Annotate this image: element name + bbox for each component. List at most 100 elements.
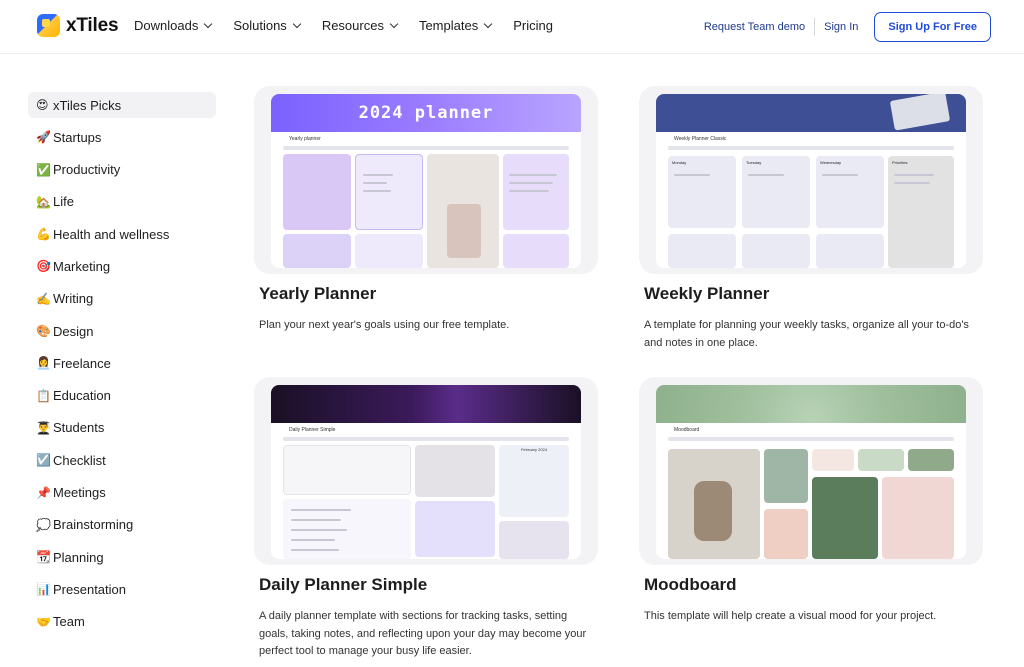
template-card-weekly-planner[interactable]: Weekly Planner Classic Monday Tuesday We… [639,86,999,352]
palette-icon: 🎨 [36,324,51,339]
weekly-planner-preview: Weekly Planner Classic Monday Tuesday We… [656,94,966,268]
rocket-icon: 🚀 [36,130,51,145]
chevron-down-icon [292,19,302,29]
template-thumbnail[interactable]: Daily Planner Simple February 2024 [254,377,598,565]
preview-banner [656,94,966,132]
menu-resources-label: Resources [321,18,384,33]
sidebar-item-writing[interactable]: ✍️ Writing [28,286,216,312]
moodboard-preview: Moodboard [656,385,966,559]
sidebar-item-label: Startups [53,129,102,145]
main-menu: Downloads Solutions Resources Templates … [134,18,575,33]
top-nav: xTiles Downloads Solutions Resources Tem… [0,0,1024,54]
preview-day-label: Priorities [892,160,908,165]
flexed-arm-icon: 💪 [36,227,51,242]
sidebar-item-xtiles-picks[interactable]: 😍 xTiles Picks [28,92,216,118]
preview-day-label: Monday [672,160,687,165]
template-description: This template will help create a visual … [644,610,937,622]
sidebar-item-brainstorming[interactable]: 💭 Brainstorming [28,512,216,538]
menu-pricing[interactable]: Pricing [513,18,553,33]
handshake-icon: 🤝 [36,614,51,629]
target-icon: 🎯 [36,259,51,274]
category-sidebar: 😍 xTiles Picks 🚀 Startups ✅ Productivity 🏡 L… [28,92,216,641]
chevron-down-icon [483,19,493,29]
sidebar-item-planning[interactable]: 📆 Planning [28,544,216,570]
chevron-down-icon [389,19,399,29]
bar-chart-icon: 📊 [36,582,51,597]
sidebar-item-students[interactable]: 👨‍🎓 Students [28,415,216,441]
template-title[interactable]: Weekly Planner [644,284,999,304]
pushpin-icon: 📌 [36,485,51,500]
preview-day-label: Tuesday [746,160,762,165]
template-card-daily-planner-simple[interactable]: Daily Planner Simple February 2024 Daily… [254,377,614,661]
sidebar-item-life[interactable]: 🏡 Life [28,189,216,215]
sidebar-item-label: Students [53,420,105,436]
sidebar-item-marketing[interactable]: 🎯 Marketing [28,253,216,279]
menu-templates-label: Templates [418,18,479,33]
daily-planner-preview: Daily Planner Simple February 2024 [271,385,581,559]
sidebar-item-freelance[interactable]: 👩‍💼 Freelance [28,350,216,376]
template-thumbnail[interactable]: Weekly Planner Classic Monday Tuesday We… [639,86,983,274]
sidebar-item-label: Writing [53,291,94,307]
clipboard-icon: 📋 [36,388,51,403]
template-title[interactable]: Yearly Planner [259,284,614,304]
thought-bubble-icon: 💭 [36,517,51,532]
template-description: A template for planning your weekly task… [644,319,969,349]
sidebar-item-health[interactable]: 💪 Health and wellness [28,221,216,247]
sidebar-item-checklist[interactable]: ☑️ Checklist [28,447,216,473]
preview-banner-text: 2024 planner [358,103,494,123]
sidebar-item-label: Meetings [53,485,106,501]
preview-banner [271,385,581,423]
sidebar-item-label: Planning [53,549,104,565]
sidebar-item-label: xTiles Picks [53,97,122,113]
menu-resources[interactable]: Resources [321,18,399,33]
menu-pricing-label: Pricing [513,18,553,33]
preview-day-label: Wednesday [820,160,842,165]
sign-up-button[interactable]: Sign Up For Free [874,12,991,42]
preview-banner: 2024 planner [271,94,581,132]
sidebar-item-label: Checklist [53,452,106,468]
sidebar-item-presentation[interactable]: 📊 Presentation [28,576,216,602]
menu-templates[interactable]: Templates [418,18,493,33]
sidebar-item-label: Marketing [53,258,111,274]
template-thumbnail[interactable]: 2024 planner Yearly planner [254,86,598,274]
preview-doc-title: Weekly Planner Classic [674,136,727,142]
sidebar-item-education[interactable]: 📋 Education [28,383,216,409]
house-icon: 🏡 [36,194,51,209]
sidebar-item-label: Life [53,194,74,210]
brand-logo[interactable]: xTiles [37,14,119,37]
sidebar-item-startups[interactable]: 🚀 Startups [28,124,216,150]
office-worker-icon: 👩‍💼 [36,356,51,371]
sidebar-item-team[interactable]: 🤝 Team [28,609,216,635]
sidebar-item-meetings[interactable]: 📌 Meetings [28,480,216,506]
template-card-yearly-planner[interactable]: 2024 planner Yearly planner Yearly Plann… [254,86,614,335]
sidebar-item-design[interactable]: 🎨 Design [28,318,216,344]
sidebar-item-label: Productivity [53,162,121,178]
sign-in-link[interactable]: Sign In [824,21,858,33]
template-title[interactable]: Moodboard [644,575,999,595]
preview-doc-title: Moodboard [674,427,700,433]
template-title[interactable]: Daily Planner Simple [259,575,614,595]
yearly-planner-preview: 2024 planner Yearly planner [271,94,581,268]
sidebar-item-label: Presentation [53,581,126,597]
template-description: A daily planner template with sections f… [259,610,587,657]
nav-actions: Request Team demo Sign In Sign Up For Fr… [704,12,991,42]
template-description: Plan your next year's goals using our fr… [259,319,510,331]
request-demo-link[interactable]: Request Team demo [704,21,805,33]
sidebar-item-label: Team [53,614,85,630]
sidebar-item-label: Education [53,388,111,404]
sidebar-item-productivity[interactable]: ✅ Productivity [28,157,216,183]
sidebar-item-label: Health and wellness [53,226,170,242]
preview-calendar-month: February 2024 [520,447,547,452]
menu-solutions-label: Solutions [233,18,287,33]
writing-hand-icon: ✍️ [36,291,51,306]
calendar-icon: 📆 [36,550,51,565]
preview-doc-title: Daily Planner Simple [289,427,336,433]
menu-downloads[interactable]: Downloads [134,18,213,33]
ballot-box-check-icon: ☑️ [36,453,51,468]
template-card-moodboard[interactable]: Moodboard Moodboard This template will h… [639,377,999,626]
template-thumbnail[interactable]: Moodboard [639,377,983,565]
preview-doc-title: Yearly planner [289,136,321,142]
menu-downloads-label: Downloads [134,18,199,33]
menu-solutions[interactable]: Solutions [233,18,302,33]
chevron-down-icon [204,19,213,29]
